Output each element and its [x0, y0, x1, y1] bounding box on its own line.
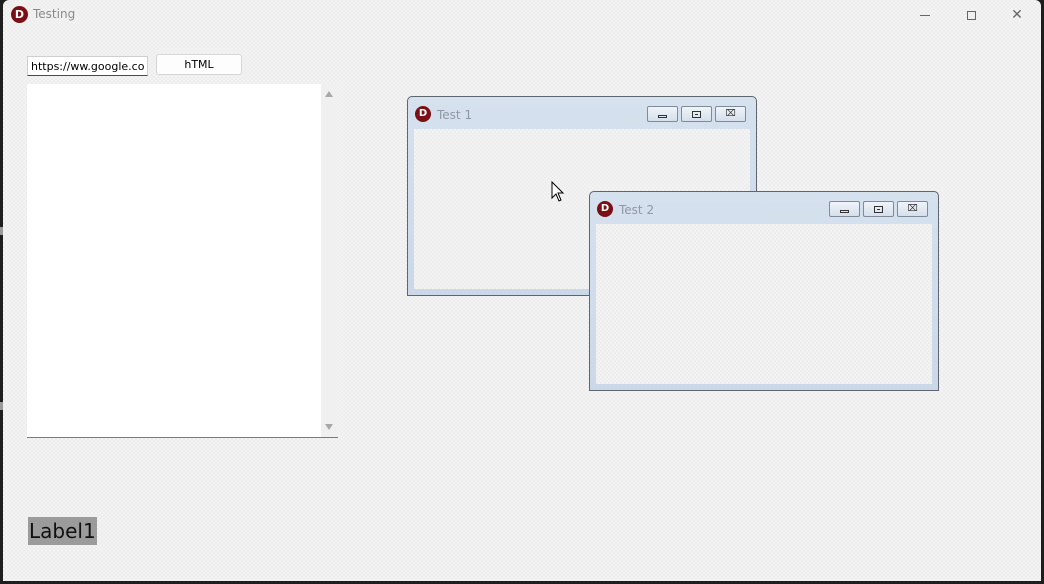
scroll-up-arrow-icon[interactable]: [325, 91, 333, 97]
minimize-icon: [658, 114, 667, 118]
mdi-window-title: Test 2: [619, 203, 655, 217]
html-memo[interactable]: [27, 84, 338, 438]
mdi-client-area: [596, 224, 932, 384]
close-icon: ⌧: [907, 203, 918, 214]
window-title: Testing: [33, 7, 76, 21]
memo-scrollbar[interactable]: [321, 84, 338, 437]
mdi-logo-icon: D: [597, 201, 613, 217]
mouse-cursor-icon: [551, 181, 565, 202]
title-bar[interactable]: D Testing ✕: [3, 0, 1041, 30]
main-window: D Testing ✕ hTML D Test 1 ⌧ D Test 2 ⌧: [3, 0, 1041, 581]
maximize-button[interactable]: [948, 0, 994, 30]
minimize-icon: [840, 209, 849, 213]
mdi-minimize-button[interactable]: [647, 106, 678, 122]
url-input[interactable]: [27, 56, 148, 76]
minimize-icon: [920, 14, 930, 16]
restore-icon: [874, 205, 883, 213]
close-icon: ⌧: [725, 108, 736, 119]
mdi-minimize-button[interactable]: [829, 201, 860, 217]
label1: Label1: [28, 517, 97, 545]
app-logo-icon: D: [11, 6, 28, 23]
mdi-window-title: Test 1: [437, 108, 473, 122]
mdi-maximize-button[interactable]: [681, 106, 712, 122]
close-icon: ✕: [1011, 7, 1023, 23]
scroll-down-arrow-icon[interactable]: [325, 424, 333, 430]
html-button[interactable]: hTML: [156, 54, 242, 75]
mdi-close-button[interactable]: ⌧: [897, 201, 928, 217]
restore-icon: [692, 110, 701, 118]
mdi-close-button[interactable]: ⌧: [715, 106, 746, 122]
maximize-icon: [966, 10, 976, 20]
mdi-window-test-2[interactable]: D Test 2 ⌧: [589, 191, 939, 391]
close-button[interactable]: ✕: [994, 0, 1040, 30]
mdi-maximize-button[interactable]: [863, 201, 894, 217]
mdi-logo-icon: D: [415, 106, 431, 122]
minimize-button[interactable]: [902, 0, 948, 30]
